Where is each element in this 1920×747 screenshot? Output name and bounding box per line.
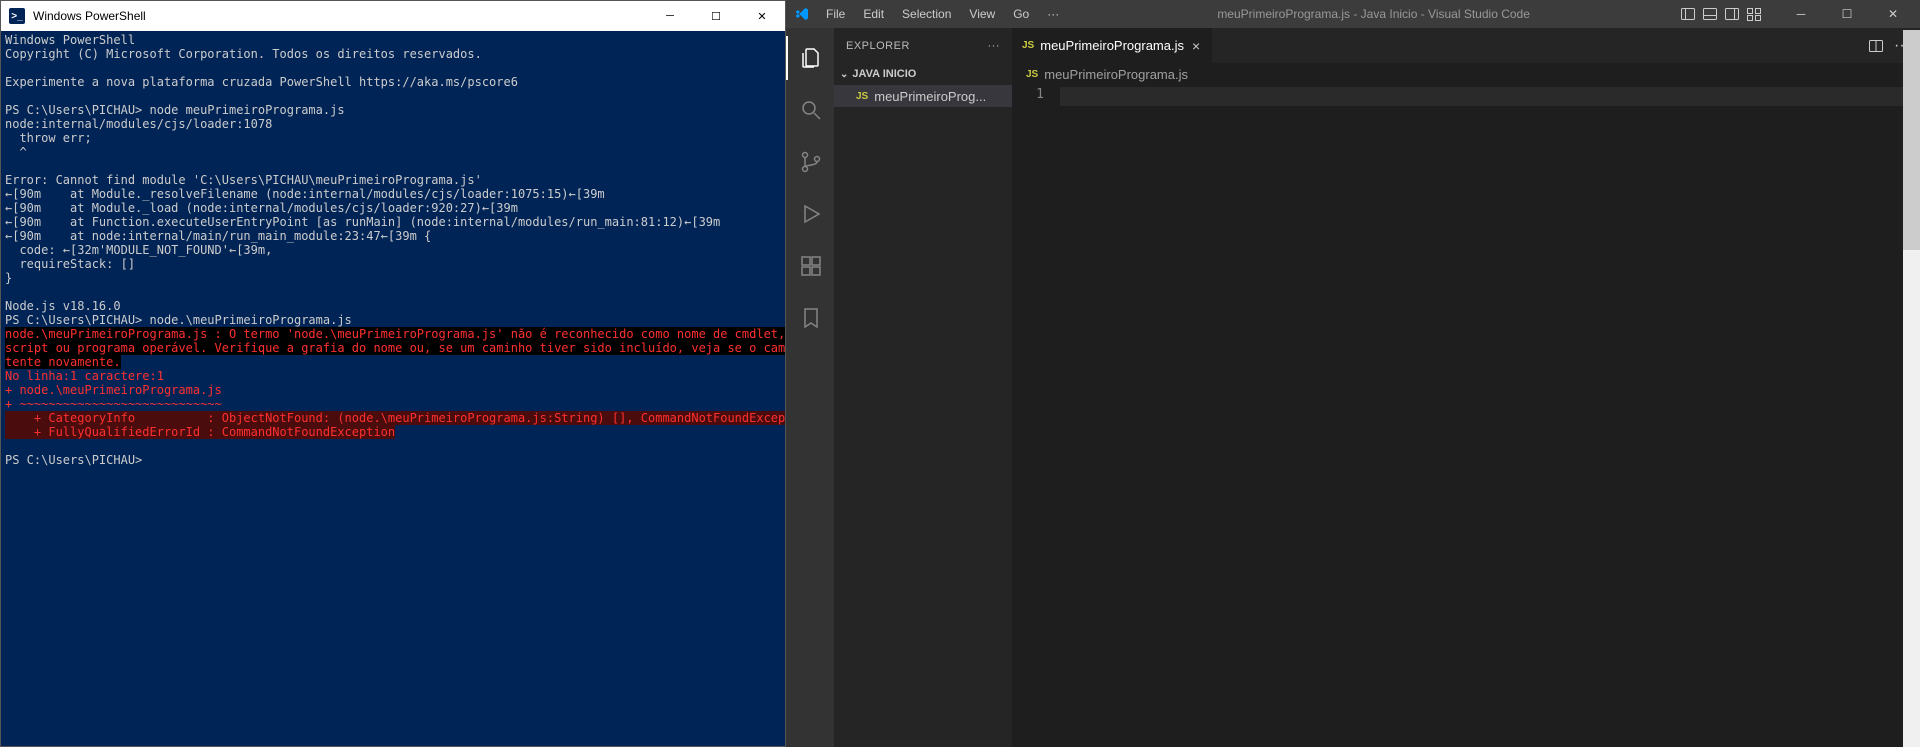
layout-sidebar-right-icon[interactable] — [1724, 6, 1740, 22]
scrollbar-thumb[interactable] — [1903, 30, 1920, 250]
search-icon — [799, 98, 823, 122]
ps-line: Windows PowerShell — [5, 33, 135, 47]
ps-line: ←[90m at Function.executeUserEntryPoint … — [5, 215, 720, 229]
activity-bar — [786, 28, 834, 747]
ps-error-line: script ou programa operável. Verifique a… — [5, 341, 785, 355]
activity-extensions[interactable] — [786, 244, 834, 288]
menu-bar: File Edit Selection View Go ··· — [818, 3, 1067, 25]
ps-error-line: + node.\meuPrimeiroPrograma.js — [5, 383, 222, 397]
activity-source-control[interactable] — [786, 140, 834, 184]
play-icon — [799, 202, 823, 226]
ps-line: Copyright (C) Microsoft Corporation. Tod… — [5, 47, 482, 61]
explorer-panel: EXPLORER ··· ⌄ JAVA INICIO JS meuPrimeir… — [834, 28, 1012, 747]
js-file-icon: JS — [1022, 40, 1034, 51]
scrollbar[interactable] — [1903, 30, 1920, 747]
ps-error-line: + ~~~~~~~~~~~~~~~~~~~~~~~~~~~~ — [5, 397, 222, 411]
activity-run-debug[interactable] — [786, 192, 834, 236]
powershell-titlebar[interactable]: >_ Windows PowerShell ─ ☐ ✕ — [1, 1, 785, 31]
ps-line: PS C:\Users\PICHAU> — [5, 453, 142, 467]
powershell-title: Windows PowerShell — [33, 9, 647, 23]
ps-line: ←[90m at Module._load (node:internal/mod… — [5, 201, 518, 215]
ps-line: ←[90m at Module._resolveFilename (node:i… — [5, 187, 605, 201]
folder-name: JAVA INICIO — [852, 68, 916, 80]
ps-error-line: node.\meuPrimeiroPrograma.js : O termo '… — [5, 327, 785, 341]
close-button[interactable]: ✕ — [739, 1, 785, 31]
layout-sidebar-left-icon[interactable] — [1680, 6, 1696, 22]
ps-line: node:internal/modules/cjs/loader:1078 — [5, 117, 272, 131]
js-file-icon: JS — [1026, 69, 1038, 80]
menu-edit[interactable]: Edit — [855, 3, 892, 25]
tab-bar: JS meuPrimeiroPrograma.js × ··· — [1012, 28, 1920, 63]
window-controls: ─ ☐ ✕ — [647, 1, 785, 31]
editor-line[interactable] — [1060, 87, 1920, 106]
editor-area: JS meuPrimeiroPrograma.js × ··· JS meuPr… — [1012, 28, 1920, 747]
ps-line: Error: Cannot find module 'C:\Users\PICH… — [5, 173, 482, 187]
extensions-icon — [799, 254, 823, 278]
menu-view[interactable]: View — [961, 3, 1003, 25]
line-number: 1 — [1012, 87, 1044, 106]
menu-more[interactable]: ··· — [1039, 3, 1067, 25]
explorer-section: ⌄ JAVA INICIO JS meuPrimeiroProg... — [834, 63, 1012, 107]
branch-icon — [799, 150, 823, 174]
ps-line: } — [5, 271, 12, 285]
vscode-titlebar[interactable]: File Edit Selection View Go ··· meuPrime… — [786, 0, 1920, 28]
ps-line: ^ — [5, 145, 27, 159]
vscode-window: File Edit Selection View Go ··· meuPrime… — [786, 0, 1920, 747]
ps-line: PS C:\Users\PICHAU> node.\meuPrimeiroPro… — [5, 313, 352, 327]
maximize-button[interactable]: ☐ — [693, 1, 739, 31]
explorer-header: EXPLORER ··· — [834, 28, 1012, 63]
line-gutter: 1 — [1012, 85, 1060, 747]
ps-line — [5, 439, 12, 453]
activity-search[interactable] — [786, 88, 834, 132]
ps-error-line: + CategoryInfo : ObjectNotFound: (node.\… — [5, 411, 785, 425]
ps-line: Node.js v18.16.0 — [5, 299, 121, 313]
bookmark-icon — [799, 306, 823, 330]
breadcrumb[interactable]: JS meuPrimeiroPrograma.js — [1012, 63, 1920, 85]
files-icon — [799, 46, 823, 70]
layout-customize-icon[interactable] — [1746, 6, 1762, 22]
close-button[interactable]: ✕ — [1870, 0, 1916, 28]
menu-selection[interactable]: Selection — [894, 3, 959, 25]
ps-line: requireStack: [] — [5, 257, 135, 271]
ps-line: ←[90m at node:internal/main/run_main_mod… — [5, 229, 431, 243]
chevron-down-icon: ⌄ — [840, 69, 848, 80]
close-tab-icon[interactable]: × — [1190, 38, 1202, 54]
js-file-icon: JS — [856, 91, 868, 102]
activity-explorer[interactable] — [786, 36, 834, 80]
menu-go[interactable]: Go — [1005, 3, 1037, 25]
ps-error-line: No linha:1 caractere:1 — [5, 369, 164, 383]
code-editor[interactable]: 1 — [1012, 85, 1920, 747]
breadcrumb-file: meuPrimeiroPrograma.js — [1044, 67, 1188, 82]
activity-bookmark[interactable] — [786, 296, 834, 340]
ps-error-line: + FullyQualifiedErrorId : CommandNotFoun… — [5, 425, 395, 439]
maximize-button[interactable]: ☐ — [1824, 0, 1870, 28]
minimize-button[interactable]: ─ — [647, 1, 693, 31]
vscode-logo-icon — [786, 6, 818, 22]
ps-error-line: tente novamente. — [5, 355, 121, 369]
ps-line: code: ←[32m'MODULE_NOT_FOUND'←[39m, — [5, 243, 272, 257]
title-controls: ─ ☐ ✕ — [1680, 0, 1920, 28]
explorer-title: EXPLORER — [846, 40, 910, 52]
more-icon[interactable]: ··· — [988, 40, 1001, 52]
split-editor-icon[interactable] — [1868, 38, 1884, 54]
powershell-window: >_ Windows PowerShell ─ ☐ ✕ Windows Powe… — [0, 0, 786, 747]
vscode-main: EXPLORER ··· ⌄ JAVA INICIO JS meuPrimeir… — [786, 28, 1920, 747]
ps-line: Experimente a nova plataforma cruzada Po… — [5, 75, 518, 89]
file-item[interactable]: JS meuPrimeiroProg... — [834, 85, 1012, 107]
layout-panel-icon[interactable] — [1702, 6, 1718, 22]
folder-header[interactable]: ⌄ JAVA INICIO — [834, 63, 1012, 85]
powershell-icon: >_ — [9, 8, 25, 24]
ps-line: throw err; — [5, 131, 92, 145]
ps-line: PS C:\Users\PICHAU> node meuPrimeiroProg… — [5, 103, 345, 117]
powershell-output[interactable]: Windows PowerShell Copyright (C) Microso… — [1, 31, 785, 746]
file-name: meuPrimeiroProg... — [874, 89, 986, 104]
window-title: meuPrimeiroPrograma.js - Java Inicio - V… — [1067, 7, 1680, 21]
minimize-button[interactable]: ─ — [1778, 0, 1824, 28]
editor-body[interactable] — [1060, 85, 1920, 747]
menu-file[interactable]: File — [818, 3, 853, 25]
editor-tab[interactable]: JS meuPrimeiroPrograma.js × — [1012, 28, 1212, 63]
tab-label: meuPrimeiroPrograma.js — [1040, 38, 1184, 53]
